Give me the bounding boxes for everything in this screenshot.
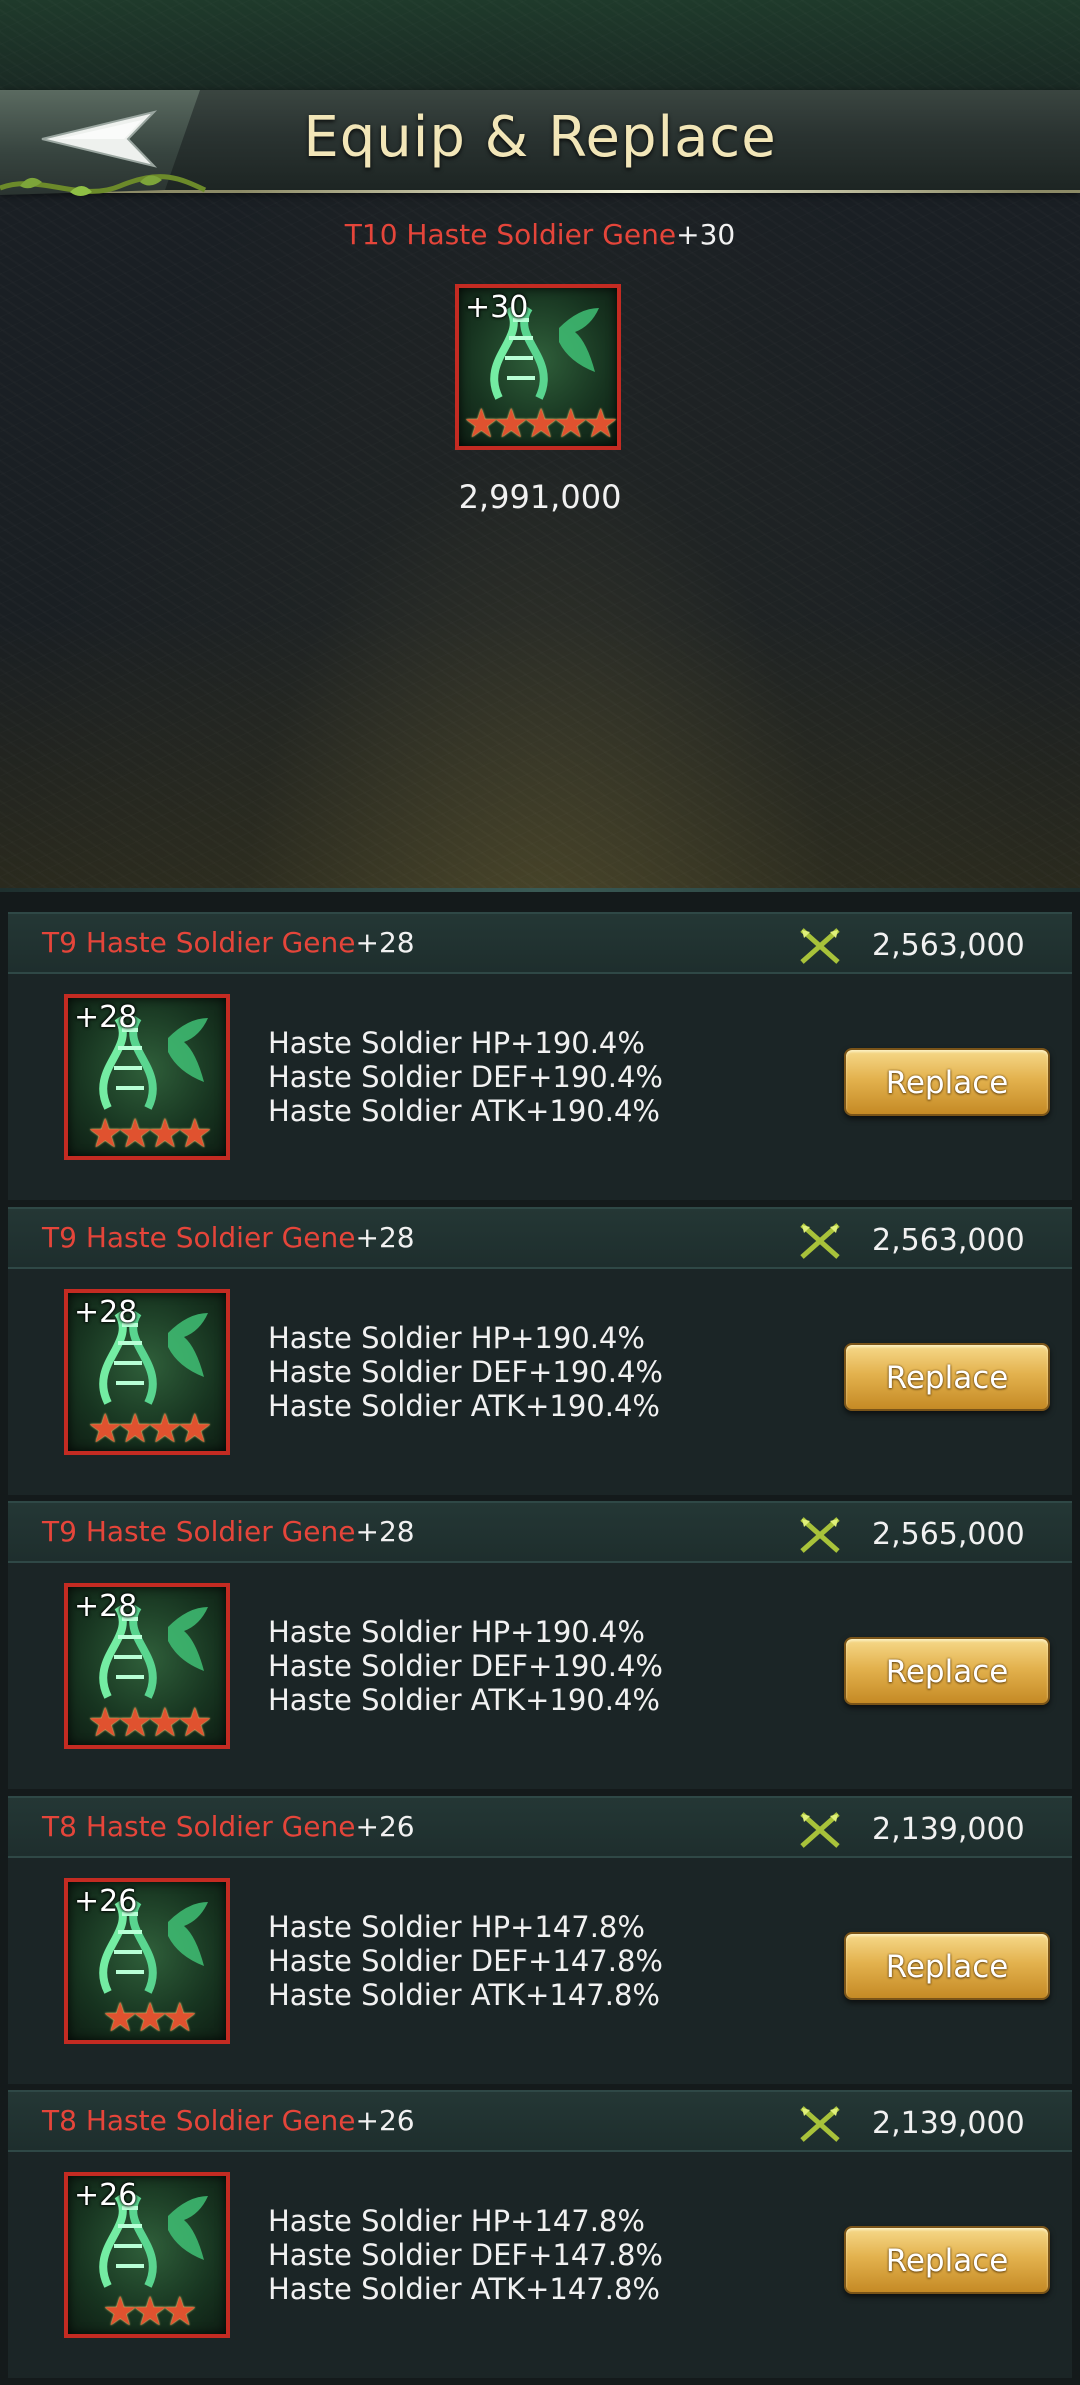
item-body: +26 ★★★ Haste Soldier HP+147.8% Haste So… <box>8 1857 1072 2084</box>
stat-def: Haste Soldier DEF+147.8% <box>268 2238 663 2272</box>
star-rating-icon: ★★★★★ <box>463 401 617 447</box>
current-gene-tier-name: T10 Haste Soldier Gene <box>344 218 677 251</box>
item-header: T9 Haste Soldier Gene+28 2,563,000 <box>8 1206 1072 1269</box>
item-level: +28 <box>355 926 415 959</box>
stat-list: Haste Soldier HP+190.4% Haste Soldier DE… <box>268 1321 663 1423</box>
item-level: +26 <box>355 2104 415 2137</box>
current-gene-name: T10 Haste Soldier Gene+30 <box>0 218 1080 251</box>
list-item: T8 Haste Soldier Gene+26 2,139,000 +26 ★… <box>8 2090 1072 2385</box>
stat-atk: Haste Soldier ATK+190.4% <box>268 1683 660 1717</box>
replace-button[interactable]: Replace <box>844 1048 1050 1116</box>
item-header: T8 Haste Soldier Gene+26 2,139,000 <box>8 1795 1072 1858</box>
stat-def: Haste Soldier DEF+147.8% <box>268 1943 663 1978</box>
stat-list: Haste Soldier HP+147.8% Haste Soldier DE… <box>268 1910 663 2012</box>
replace-button[interactable]: Replace <box>844 1931 1050 2000</box>
item-name: T8 Haste Soldier Gene+26 <box>42 1810 415 1843</box>
item-name: T8 Haste Soldier Gene+26 <box>42 2104 415 2137</box>
item-power: 2,565,000 <box>872 1517 1025 1552</box>
stat-atk: Haste Soldier ATK+147.8% <box>268 2272 660 2306</box>
star-rating-icon: ★★★★ <box>87 1700 212 1746</box>
item-tier-name: T9 Haste Soldier Gene <box>42 1515 356 1548</box>
list-item: T8 Haste Soldier Gene+26 2,139,000 +26 ★… <box>8 1795 1072 2091</box>
stat-atk: Haste Soldier ATK+190.4% <box>268 1388 660 1423</box>
gene-icon[interactable]: +28 ★★★★ <box>64 1583 230 1749</box>
item-body: +28 ★★★★ Haste Soldier HP+190.4% Haste S… <box>8 1268 1072 1495</box>
list-item: T9 Haste Soldier Gene+28 2,563,000 +28 ★… <box>8 1206 1072 1502</box>
item-header: T8 Haste Soldier Gene+26 2,139,000 <box>8 2090 1072 2152</box>
current-gene-level: +30 <box>676 218 736 251</box>
gene-level-badge: +28 <box>74 1589 138 1624</box>
item-name: T9 Haste Soldier Gene+28 <box>42 1221 415 1254</box>
crossed-swords-icon <box>800 2106 840 2142</box>
replace-button[interactable]: Replace <box>844 1342 1050 1411</box>
item-power: 2,139,000 <box>872 2106 1025 2141</box>
section-divider <box>0 888 1080 892</box>
item-name: T9 Haste Soldier Gene+28 <box>42 926 415 959</box>
item-level: +26 <box>355 1809 415 1843</box>
stat-hp: Haste Soldier HP+147.8% <box>268 1909 645 1944</box>
crossed-swords-icon <box>800 1222 840 1259</box>
item-tier-name: T8 Haste Soldier Gene <box>42 2104 356 2137</box>
gene-icon[interactable]: +28 ★★★★ <box>64 1288 230 1455</box>
item-tier-name: T9 Haste Soldier Gene <box>42 1220 356 1254</box>
stat-hp: Haste Soldier HP+190.4% <box>268 1320 645 1355</box>
star-rating-icon: ★★★ <box>102 1994 198 2041</box>
gene-level-badge: +26 <box>74 1883 138 1919</box>
item-header: T9 Haste Soldier Gene+28 2,565,000 <box>8 1501 1072 1563</box>
star-rating-icon: ★★★ <box>102 2289 198 2335</box>
gene-icon[interactable]: +26 ★★★ <box>64 1877 230 2044</box>
stat-list: Haste Soldier HP+190.4% Haste Soldier DE… <box>268 1615 663 1717</box>
item-tier-name: T9 Haste Soldier Gene <box>42 926 356 959</box>
vine-decoration-icon <box>0 174 207 196</box>
stat-def: Haste Soldier DEF+190.4% <box>268 1649 663 1683</box>
stat-hp: Haste Soldier HP+147.8% <box>268 2204 645 2238</box>
gene-level-badge: +28 <box>74 1294 138 1330</box>
item-body: +26 ★★★ Haste Soldier HP+147.8% Haste So… <box>8 2152 1072 2378</box>
item-body: +28 ★★★★ Haste Soldier HP+190.4% Haste S… <box>8 1563 1072 1789</box>
item-power: 2,563,000 <box>872 928 1025 963</box>
item-level: +28 <box>355 1515 415 1548</box>
item-power: 2,139,000 <box>872 1811 1025 1847</box>
gene-level-badge: +30 <box>465 290 529 325</box>
list-item: T9 Haste Soldier Gene+28 2,563,000 +28 ★… <box>8 912 1072 1207</box>
stat-hp: Haste Soldier HP+190.4% <box>268 1026 645 1060</box>
item-header: T9 Haste Soldier Gene+28 2,563,000 <box>8 912 1072 974</box>
crossed-swords-icon <box>800 1811 840 1848</box>
replace-button[interactable]: Replace <box>844 2226 1050 2294</box>
gene-level-badge: +28 <box>74 1000 138 1035</box>
current-gene-power: 2,991,000 <box>458 478 622 516</box>
stat-list: Haste Soldier HP+147.8% Haste Soldier DE… <box>268 2204 663 2306</box>
stat-list: Haste Soldier HP+190.4% Haste Soldier DE… <box>268 1026 663 1128</box>
list-item: T9 Haste Soldier Gene+28 2,565,000 +28 ★… <box>8 1501 1072 1796</box>
item-name: T9 Haste Soldier Gene+28 <box>42 1515 415 1548</box>
star-rating-icon: ★★★★ <box>87 1111 212 1157</box>
item-level: +28 <box>355 1220 415 1254</box>
replace-button[interactable]: Replace <box>844 1637 1050 1705</box>
item-power: 2,563,000 <box>872 1222 1025 1258</box>
item-tier-name: T8 Haste Soldier Gene <box>42 1809 356 1843</box>
stat-def: Haste Soldier DEF+190.4% <box>268 1354 663 1389</box>
stat-hp: Haste Soldier HP+190.4% <box>268 1615 645 1649</box>
gene-icon[interactable]: +26 ★★★ <box>64 2172 230 2338</box>
stat-atk: Haste Soldier ATK+147.8% <box>268 1977 660 2012</box>
crossed-swords-icon <box>800 1517 840 1553</box>
item-body: +28 ★★★★ Haste Soldier HP+190.4% Haste S… <box>8 974 1072 1200</box>
star-rating-icon: ★★★★ <box>87 1405 212 1452</box>
page-title: Equip & Replace <box>303 105 777 170</box>
crossed-swords-icon <box>800 928 840 964</box>
current-gene-icon[interactable]: +30 ★★★★★ <box>455 284 621 450</box>
gene-icon[interactable]: +28 ★★★★ <box>64 994 230 1160</box>
gene-level-badge: +26 <box>74 2178 138 2213</box>
stat-def: Haste Soldier DEF+190.4% <box>268 1060 663 1094</box>
replacement-list: T9 Haste Soldier Gene+28 2,563,000 +28 ★… <box>8 912 1072 2385</box>
stat-atk: Haste Soldier ATK+190.4% <box>268 1094 660 1128</box>
